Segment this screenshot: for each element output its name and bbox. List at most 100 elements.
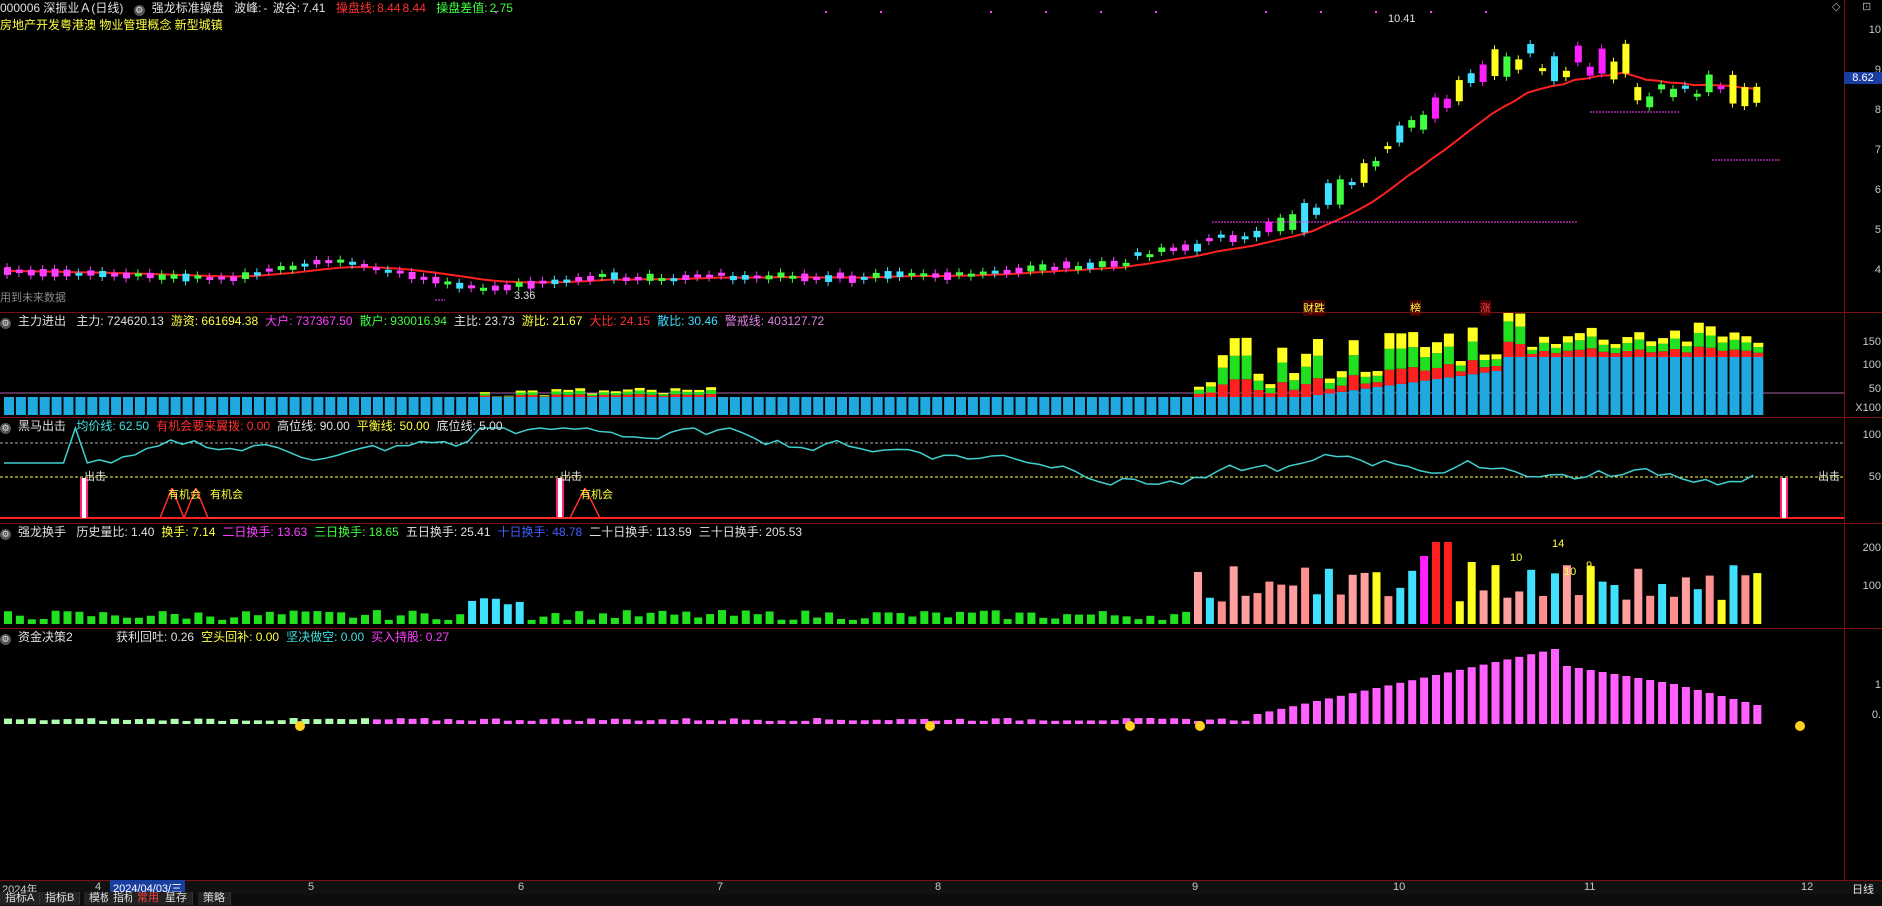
- price-label-6: 6: [1875, 184, 1881, 196]
- wave-peak-label: 波峰:: [234, 1, 261, 15]
- panel4-item-1: 换手: 7.14: [161, 525, 215, 539]
- wave-peak-value: -: [263, 1, 267, 15]
- p4-header: ⚙ 强龙换手 历史量比: 1.40 换手: 7.14 二日换手: 13.63 三日换手:…: [0, 524, 816, 540]
- wave-trough-value: 7.41: [302, 1, 325, 15]
- p5-label-0: 0.: [1872, 709, 1881, 721]
- p5-title: 资金决策2: [18, 630, 73, 644]
- panel3-item-1: 有机会要来翼拨: 0.00: [156, 419, 270, 433]
- gear-icon[interactable]: ⚙: [0, 529, 11, 540]
- panel3-item-0: 均价线: 62.50: [76, 419, 149, 433]
- panel2-item-3: 散户: 930016.94: [360, 314, 447, 328]
- window-icon[interactable]: ⊡: [1862, 0, 1871, 13]
- panel5-item-0: 获利回吐: 0.26: [116, 630, 194, 644]
- candlestick-chart: [0, 0, 1844, 312]
- corner-icon[interactable]: ◇: [1832, 0, 1840, 13]
- tab-indicator-a[interactable]: 指标A: [0, 892, 40, 905]
- p2-label-150: 150: [1863, 336, 1881, 348]
- chance-mark-3: 有机会: [580, 486, 613, 502]
- p2-title: 主力进出: [18, 314, 66, 328]
- panel4-item-3: 三日换手: 18.65: [314, 525, 399, 539]
- trade-diff-label: 操盘差值:: [436, 1, 487, 15]
- fund-decision-bars: [0, 629, 1844, 880]
- panel3-item-4: 底位线: 5.00: [437, 419, 503, 433]
- p2-label-100: 100: [1863, 359, 1881, 371]
- p3-label-50: 50: [1869, 471, 1881, 483]
- price-label-7: 7: [1875, 144, 1881, 156]
- trade-line-value: 8.44: [377, 1, 400, 15]
- panel4-item-6: 二十日换手: 113.59: [589, 525, 691, 539]
- panel2-item-1: 游资: 661694.38: [171, 314, 258, 328]
- p5-header: ⚙资金决策2 获利回吐: 0.26空头回补: 0.00坚决做空: 0.00买入持…: [0, 629, 463, 645]
- p2-axis: 150 100 50 X100: [1844, 313, 1882, 417]
- dark-horse-panel[interactable]: ⚙黑马出击 均价线: 62.50有机会要来翼拨: 0.00高位线: 90.00平…: [0, 418, 1882, 523]
- date-label-9: 9: [1192, 881, 1198, 893]
- date-label-10: 10: [1393, 881, 1405, 893]
- p2-unit: X100: [1855, 402, 1881, 414]
- gear-icon[interactable]: ⚙: [0, 423, 11, 434]
- tab-star[interactable]: 星存: [160, 892, 193, 905]
- main-header: 000006 深振业Ａ(日线) ⚙ 强龙标准操盘 波峰:- 波谷:7.41 操盘线…: [0, 0, 520, 16]
- gear-icon[interactable]: ⚙: [0, 318, 11, 329]
- p2-header: ⚙ 主力进出 主力: 724620.13 游资: 661694.38 大户: 7373…: [0, 313, 838, 329]
- p4-title: 强龙换手: [18, 525, 66, 539]
- trade-line-value2: 8.44: [403, 1, 426, 15]
- tab-indicator-b[interactable]: 指标B: [40, 892, 80, 905]
- tab-bar: 指标A 指标B 模板 指标 常用 星存 策略: [0, 894, 1882, 905]
- panel4-item-4: 五日换手: 25.41: [406, 525, 491, 539]
- date-label-8: 8: [935, 881, 941, 893]
- p3-label-100: 100: [1863, 429, 1881, 441]
- price-label-10: 10: [1869, 24, 1881, 36]
- attack-mark-3: 出击: [1818, 468, 1840, 484]
- date-label-7: 7: [717, 881, 723, 893]
- panel2-item-0: 主力: 724620.13: [76, 314, 163, 328]
- indicator-name: 强龙标准操盘: [152, 1, 224, 15]
- panel5-item-3: 买入持股: 0.27: [371, 630, 449, 644]
- p4-label-100: 100: [1863, 580, 1881, 592]
- panel2-item-2: 大户: 737367.50: [265, 314, 352, 328]
- panel4-item-2: 二日换手: 13.63: [222, 525, 307, 539]
- panel2-item-7: 散比: 30.46: [657, 314, 718, 328]
- fund-decision-panel[interactable]: ⚙资金决策2 获利回吐: 0.26空头回补: 0.00坚决做空: 0.00买入持…: [0, 629, 1882, 880]
- settings-icon[interactable]: ⚙: [134, 5, 145, 16]
- main-chart-panel[interactable]: 000006 深振业Ａ(日线) ⚙ 强龙标准操盘 波峰:- 波谷:7.41 操盘线…: [0, 0, 1882, 312]
- tab-strategy[interactable]: 策略: [198, 892, 231, 905]
- p4-label-200: 200: [1863, 542, 1881, 554]
- price-label-8: 8: [1875, 104, 1881, 116]
- turnover-panel[interactable]: ⚙ 强龙换手 历史量比: 1.40 换手: 7.14 二日换手: 13.63 三日换手:…: [0, 524, 1882, 628]
- panel2-item-6: 大比: 24.15: [589, 314, 650, 328]
- date-label-5: 5: [308, 881, 314, 893]
- date-label-11: 11: [1584, 881, 1595, 893]
- gear-icon[interactable]: ⚙: [0, 634, 11, 645]
- date-label-6: 6: [518, 881, 524, 893]
- attack-mark-1: 出击: [84, 468, 106, 484]
- date-label-12: 12: [1801, 881, 1813, 893]
- turnover-peak-9: 9: [1586, 560, 1592, 572]
- p5-axis: 1 0.: [1844, 629, 1882, 880]
- attack-mark-2: 出击: [560, 468, 582, 484]
- chance-mark-2: 有机会: [210, 486, 243, 502]
- stock-title: 000006 深振业Ａ(日线): [0, 1, 123, 15]
- panel4-item-5: 十日换手: 48.78: [498, 525, 583, 539]
- future-data-note: 用到未来数据: [0, 289, 66, 305]
- trade-diff-value: 2.75: [490, 1, 513, 15]
- wave-trough-label: 波谷:: [273, 1, 300, 15]
- main-force-panel[interactable]: ⚙ 主力进出 主力: 724620.13 游资: 661694.38 大户: 7373…: [0, 313, 1882, 417]
- price-label-4: 4: [1875, 264, 1881, 276]
- high-price-mark: 10.41: [1388, 13, 1416, 25]
- chance-mark-1: 有机会: [168, 486, 201, 502]
- panel2-item-5: 游比: 21.67: [522, 314, 583, 328]
- panel4-item-0: 历史量比: 1.40: [76, 525, 154, 539]
- turnover-peak-10a: 10: [1510, 552, 1522, 564]
- concept-tags: 房地产开发粤港澳 物业管理概念 新型城镇: [0, 16, 223, 33]
- panel4-item-7: 三十日换手: 205.53: [699, 525, 802, 539]
- low-price-mark: 3.36: [514, 290, 535, 302]
- turnover-peak-14: 14: [1552, 538, 1564, 550]
- trade-line-label: 操盘线:: [336, 1, 375, 15]
- p3-header: ⚙黑马出击 均价线: 62.50有机会要来翼拨: 0.00高位线: 90.00平…: [0, 418, 517, 434]
- panel3-item-3: 平衡线: 50.00: [357, 419, 430, 433]
- price-label-5: 5: [1875, 224, 1881, 236]
- current-price-tag: 8.62: [1844, 72, 1882, 84]
- panel5-item-1: 空头回补: 0.00: [201, 630, 279, 644]
- p3-axis: 100 50: [1844, 418, 1882, 523]
- turnover-peak-10b: 10: [1564, 566, 1576, 578]
